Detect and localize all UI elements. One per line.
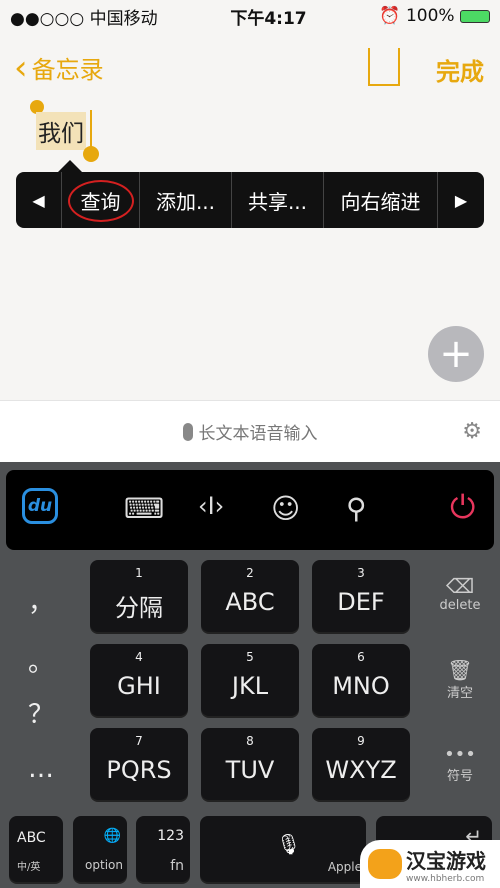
battery: ⏰ 100% — [379, 6, 490, 26]
key-number: 4 — [135, 650, 143, 664]
key-number: 9 — [357, 734, 365, 748]
symbol-key[interactable]: ••• 符号 — [430, 744, 490, 784]
chevron-left-icon: ‹ — [14, 47, 28, 88]
baidu-logo-icon[interactable]: du — [22, 488, 58, 524]
clear-key[interactable]: 🗑 清空 — [430, 658, 490, 701]
key-number: 7 — [135, 734, 143, 748]
red-circle-annotation — [68, 180, 134, 222]
abc-label: ABC — [17, 830, 46, 846]
key-7[interactable]: 7 PQRS — [90, 728, 188, 800]
delete-label: delete — [439, 598, 481, 613]
key-label: TUV — [225, 756, 275, 784]
key-2[interactable]: 2 ABC — [201, 560, 299, 632]
key-label: PQRS — [106, 756, 172, 784]
space-hint: Apple — [327, 860, 362, 874]
key-8[interactable]: 8 TUV — [201, 728, 299, 800]
lang-switch-label: 中/英 — [17, 862, 41, 873]
abc-key[interactable]: ABC 中/英 — [9, 816, 63, 882]
microphone-icon: 🎙 — [276, 832, 302, 856]
keyboard-icon[interactable]: ⌨ — [124, 492, 164, 525]
key-9[interactable]: 9 WXYZ — [312, 728, 410, 800]
back-button[interactable]: ‹ 备忘录 — [14, 50, 104, 85]
option-label: option — [85, 858, 123, 872]
key-number: 3 — [357, 566, 365, 580]
key-6[interactable]: 6 MNO — [312, 644, 410, 716]
symbol-label: 符号 — [446, 769, 473, 784]
watermark: 汉宝游戏 www.hbherb.com — [360, 840, 500, 888]
share-icon[interactable] — [368, 48, 400, 86]
key-label: DEF — [337, 588, 385, 616]
battery-icon — [460, 9, 490, 23]
trash-icon: 🗑 — [447, 658, 473, 682]
menu-item-share[interactable]: 共享... — [232, 172, 324, 228]
key-label: JKL — [231, 672, 269, 700]
key-label: WXYZ — [325, 756, 397, 784]
option-key[interactable]: 🌐 option — [73, 816, 127, 882]
watermark-title: 汉宝游戏 — [406, 848, 486, 873]
menu-item-add[interactable]: 添加... — [140, 172, 232, 228]
key-label: GHI — [117, 672, 161, 700]
search-icon[interactable]: ⚲ — [346, 492, 367, 525]
keyboard: du ⌨ ‹I› ☺ ⚲ ⏻ ， 。 ？ … 1 分隔 2 ABC 3 DEF 4 GH… — [0, 462, 500, 888]
keyboard-toolbar: du ⌨ ‹I› ☺ ⚲ ⏻ — [6, 470, 494, 550]
key-label: 分隔 — [115, 594, 163, 622]
back-label: 备忘录 — [31, 56, 104, 84]
gear-icon[interactable]: ⚙ — [462, 419, 482, 444]
delete-key[interactable]: ⌫ delete — [430, 574, 490, 613]
key-number: 2 — [246, 566, 254, 580]
backspace-icon: ⌫ — [445, 574, 475, 598]
microphone-icon — [182, 422, 193, 441]
battery-percent: 100% — [405, 6, 455, 26]
key-5[interactable]: 5 JKL — [201, 644, 299, 716]
watermark-url: www.hbherb.com — [406, 873, 485, 884]
power-icon[interactable]: ⏻ — [450, 488, 475, 527]
key-number: 5 — [246, 650, 254, 664]
space-key[interactable]: 🎙 Apple — [200, 816, 366, 882]
voice-input-label: 长文本语音输入 — [198, 424, 318, 444]
key-question[interactable]: ？ — [28, 694, 54, 731]
key-comma[interactable]: ， — [28, 582, 54, 619]
key-number: 1 — [135, 566, 143, 580]
selected-text[interactable]: 我们 — [36, 112, 86, 150]
menu-prev-button[interactable]: ◀ — [16, 172, 62, 228]
status-bar: ●●○○○ 中国移动 下午4:17 ⏰ 100% — [0, 0, 500, 32]
carrier: ●●○○○ 中国移动 — [10, 8, 158, 29]
num-label: 123 — [157, 828, 184, 844]
nav-bar: ‹ 备忘录 完成 — [0, 40, 500, 96]
key-label: MNO — [332, 672, 390, 700]
key-1[interactable]: 1 分隔 — [90, 560, 188, 632]
done-button[interactable]: 完成 — [436, 52, 484, 87]
fn-label: fn — [170, 858, 184, 874]
selection-end-bar — [90, 110, 92, 150]
time: 下午4:17 — [230, 8, 307, 29]
fn-key[interactable]: 123 fn — [136, 816, 190, 882]
voice-input-bar[interactable]: 长文本语音输入 ⚙ — [0, 400, 500, 462]
add-button[interactable]: + — [428, 326, 484, 382]
cursor-icon[interactable]: ‹I› — [198, 492, 224, 520]
key-period[interactable]: 。 — [28, 642, 54, 679]
watermark-logo-icon — [368, 849, 402, 879]
key-label: ABC — [225, 588, 275, 616]
menu-next-button[interactable]: ▶ — [438, 172, 484, 228]
menu-item-indent[interactable]: 向右缩进 — [324, 172, 438, 228]
menu-pointer — [58, 160, 82, 172]
emoji-icon[interactable]: ☺ — [271, 492, 300, 525]
dots-icon: ••• — [444, 744, 476, 765]
key-3[interactable]: 3 DEF — [312, 560, 410, 632]
clear-label: 清空 — [446, 686, 473, 701]
key-number: 6 — [357, 650, 365, 664]
key-ellipsis[interactable]: … — [28, 754, 54, 784]
key-4[interactable]: 4 GHI — [90, 644, 188, 716]
globe-icon: 🌐 — [103, 828, 121, 844]
key-number: 8 — [246, 734, 254, 748]
selection-end-handle[interactable] — [83, 146, 99, 162]
